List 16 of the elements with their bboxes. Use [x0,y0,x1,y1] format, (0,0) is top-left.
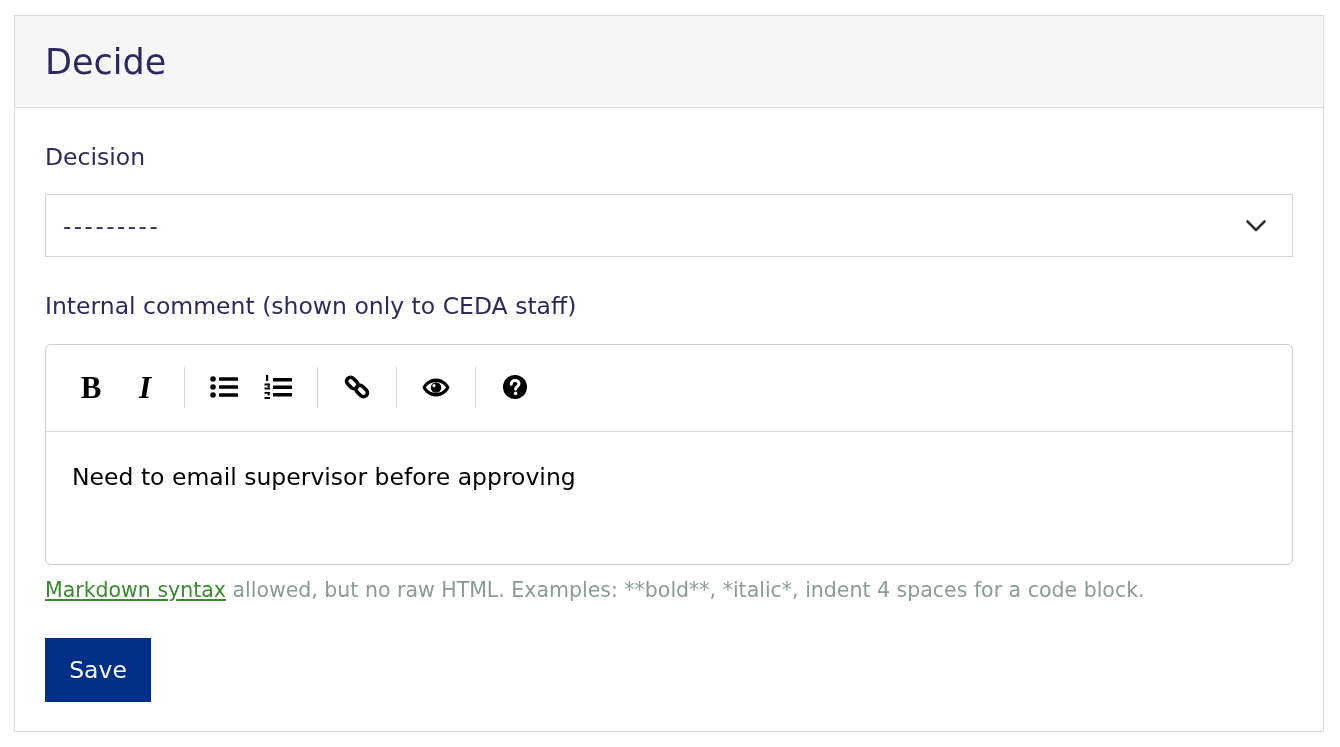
help-icon [503,375,527,399]
comment-label: Internal comment (shown only to CEDA staff) [45,291,577,321]
chevron-down-icon [1246,219,1266,232]
save-button[interactable]: Save [45,638,151,702]
decision-label: Decision [45,142,146,172]
comment-textarea[interactable]: Need to email supervisor before approving [46,432,1292,564]
bold-button[interactable]: B [69,365,113,409]
link-icon [344,374,370,400]
card-title: Decide [45,40,167,83]
markdown-syntax-link[interactable]: Markdown syntax [45,578,226,602]
decision-select[interactable]: --------- [45,194,1293,257]
eye-icon [422,377,450,397]
numbered-list-icon [264,375,292,399]
bullet-list-icon [210,376,238,398]
italic-button[interactable]: I [123,365,167,409]
help-text: Markdown syntax allowed, but no raw HTML. Examples: **bold**, *italic*, indent 4 spaces for a code block. [45,577,1146,604]
